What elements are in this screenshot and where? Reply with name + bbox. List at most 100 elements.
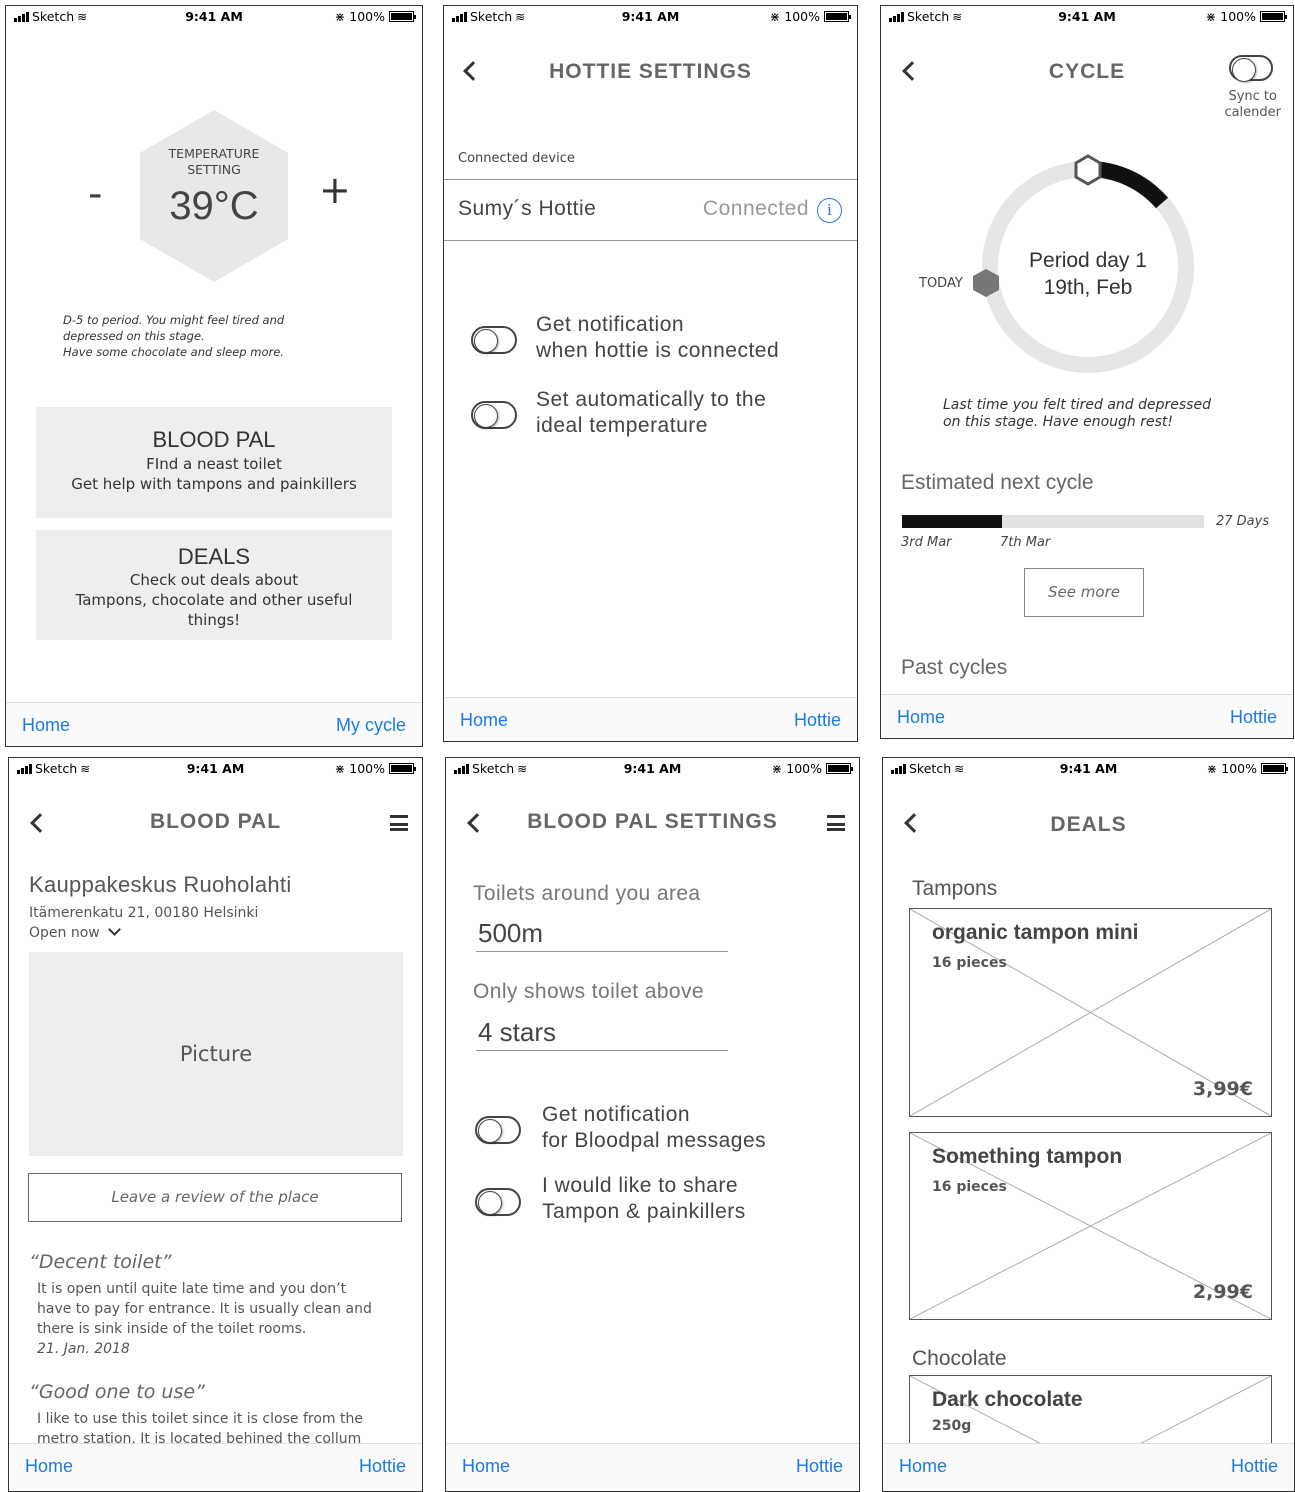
- status-bar: Sketch ≋ 9:41 AM ⋇ 100%: [883, 758, 1294, 780]
- category-heading: Chocolate: [912, 1347, 1007, 1370]
- today-label: TODAY: [919, 276, 963, 291]
- next-cycle-bar-fill: [902, 515, 1002, 528]
- device-row[interactable]: Sumy´s Hottie Connected i: [444, 179, 857, 241]
- deal-name: Something tampon: [932, 1145, 1123, 1168]
- toggle-label-line: I would like to share: [542, 1174, 739, 1197]
- review-title: “Good one to use”: [29, 1381, 205, 1403]
- battery-icon: [1261, 763, 1288, 774]
- tab-home[interactable]: Home: [899, 1456, 947, 1477]
- review-input[interactable]: Leave a review of the place: [28, 1173, 402, 1222]
- info-icon[interactable]: i: [817, 198, 842, 223]
- battery-percent: 100%: [349, 761, 385, 776]
- bluetooth-icon: ⋇: [1205, 9, 1217, 24]
- category-heading: Tampons: [912, 877, 998, 900]
- tab-home[interactable]: Home: [25, 1456, 73, 1477]
- temperature-label: TEMPERATURE SETTING: [136, 146, 292, 178]
- menu-icon[interactable]: [827, 815, 845, 831]
- toggle-label-line: Set automatically to the: [536, 388, 767, 411]
- deals-line3: things!: [187, 611, 241, 629]
- deals-card[interactable]: DEALS Check out deals about Tampons, cho…: [36, 530, 392, 640]
- estimated-heading: Estimated next cycle: [901, 471, 1094, 494]
- cycle-message: D-5 to period. You might feel tired and …: [63, 312, 284, 360]
- auto-temperature-label: Set automatically to the ideal temperatur…: [536, 387, 766, 439]
- temperature-minus-button[interactable]: -: [88, 171, 102, 217]
- tab-bar: Home Hottie: [883, 1443, 1294, 1491]
- tab-hottie[interactable]: Hottie: [794, 710, 841, 731]
- share-supplies-toggle[interactable]: [475, 1188, 521, 1216]
- share-supplies-label: I would like to share Tampon & painkiller…: [542, 1173, 746, 1225]
- blood-pal-title: BLOOD PAL: [152, 427, 276, 452]
- temperature-value: 39°C: [169, 184, 259, 228]
- toggle-label-line: for Bloodpal messages: [542, 1129, 767, 1152]
- tab-hottie[interactable]: Hottie: [1230, 707, 1277, 728]
- deals-line1: Check out deals about: [129, 571, 299, 589]
- blood-pal-line1: FInd a neast toilet: [146, 455, 282, 473]
- tab-home[interactable]: Home: [22, 715, 70, 736]
- bloodpal-notification-label: Get notification for Bloodpal messages: [542, 1102, 766, 1154]
- temperature-label-line2: SETTING: [187, 162, 241, 177]
- screen-blood-pal: Sketch ≋ 9:41 AM ⋇ 100% BLOOD PAL Kauppake…: [8, 757, 423, 1492]
- screen-deals: Sketch ≋ 9:41 AM ⋇ 100% DEALS Tampons orga…: [882, 757, 1295, 1492]
- screen-blood-pal-settings: Sketch ≋ 9:41 AM ⋇ 100% BLOOD PAL SETTINGS…: [445, 757, 860, 1492]
- current-day-marker: [1074, 154, 1102, 186]
- review-title: “Decent toilet”: [29, 1251, 172, 1273]
- section-label: Connected device: [458, 151, 575, 166]
- note-line: Last time you felt tired and depressed: [943, 397, 1211, 413]
- tab-home[interactable]: Home: [897, 707, 945, 728]
- toggle-label-line: when hottie is connected: [536, 339, 780, 362]
- page-title: HOTTIE SETTINGS: [549, 60, 752, 83]
- battery-percent: 100%: [349, 9, 385, 24]
- battery-icon: [389, 11, 416, 22]
- battery-percent: 100%: [1220, 9, 1256, 24]
- sync-label-line: calender: [1224, 105, 1281, 120]
- screen-hottie-settings: Sketch ≋ 9:41 AM ⋇ 100% HOTTIE SETTINGS Co…: [443, 5, 858, 742]
- battery-icon: [826, 763, 853, 774]
- temperature-plus-button[interactable]: +: [319, 168, 351, 212]
- stars-input[interactable]: 4 stars: [476, 1017, 728, 1051]
- bluetooth-icon: ⋇: [334, 761, 346, 776]
- menu-icon[interactable]: [390, 815, 408, 831]
- bloodpal-notification-toggle[interactable]: [475, 1116, 521, 1144]
- status-bar: Sketch ≋ 9:41 AM ⋇ 100%: [446, 758, 859, 780]
- period-day: Period day 1: [1029, 249, 1147, 272]
- past-cycles-heading: Past cycles: [901, 656, 1008, 679]
- deal-name: Dark chocolate: [932, 1388, 1083, 1411]
- review-body: It is open until quite late time and you…: [37, 1279, 372, 1359]
- place-picture: Picture: [29, 952, 403, 1156]
- deal-card[interactable]: Something tampon 16 pieces 2,99€: [909, 1132, 1272, 1320]
- tab-hottie[interactable]: Hottie: [359, 1456, 406, 1477]
- deal-card[interactable]: organic tampon mini 16 pieces 3,99€: [909, 908, 1272, 1117]
- blood-pal-card[interactable]: BLOOD PAL FInd a neast toilet Get help w…: [36, 407, 392, 518]
- picture-placeholder: Picture: [179, 1042, 253, 1066]
- deal-price: 2,99€: [1192, 1281, 1253, 1303]
- review-line: It is open until quite late time and you…: [37, 1281, 347, 1297]
- review-date: 21. Jan. 2018: [37, 1341, 130, 1357]
- hottie-connected-toggle[interactable]: [471, 326, 517, 354]
- area-label: Toilets around you area: [473, 882, 701, 905]
- review-line: have to pay for entrance. It is usually …: [37, 1301, 372, 1317]
- open-now-dropdown[interactable]: Open now: [29, 923, 122, 941]
- days-label: 27 Days: [1216, 514, 1270, 529]
- tab-hottie[interactable]: Hottie: [1231, 1456, 1278, 1477]
- review-line: I like to use this toilet since it is cl…: [37, 1411, 363, 1427]
- period-date: 19th, Feb: [1043, 276, 1133, 299]
- message-line: D-5 to period. You might feel tired and: [63, 313, 285, 327]
- toggle-label-line: Get notification: [542, 1103, 691, 1126]
- end-date: 7th Mar: [1000, 535, 1051, 550]
- tab-home[interactable]: Home: [460, 710, 508, 731]
- device-name: Sumy´s Hottie: [458, 197, 597, 220]
- tab-hottie[interactable]: Hottie: [796, 1456, 843, 1477]
- deals-line2: Tampons, chocolate and other useful: [75, 591, 353, 609]
- tab-my-cycle[interactable]: My cycle: [336, 715, 406, 736]
- battery-percent: 100%: [1221, 761, 1257, 776]
- sync-calendar-toggle[interactable]: [1229, 55, 1273, 82]
- auto-temperature-toggle[interactable]: [471, 401, 517, 429]
- screen-home: Sketch ≋ 9:41 AM ⋇ 100% - TEMPERATURE SETTI…: [5, 5, 423, 747]
- page-title: BLOOD PAL: [149, 810, 282, 833]
- battery-percent: 100%: [786, 761, 822, 776]
- see-more-button[interactable]: See more: [1024, 568, 1144, 617]
- tab-bar: Home Hottie: [881, 694, 1293, 738]
- tab-home[interactable]: Home: [462, 1456, 510, 1477]
- start-date: 3rd Mar: [901, 535, 952, 550]
- area-input[interactable]: 500m: [476, 918, 728, 952]
